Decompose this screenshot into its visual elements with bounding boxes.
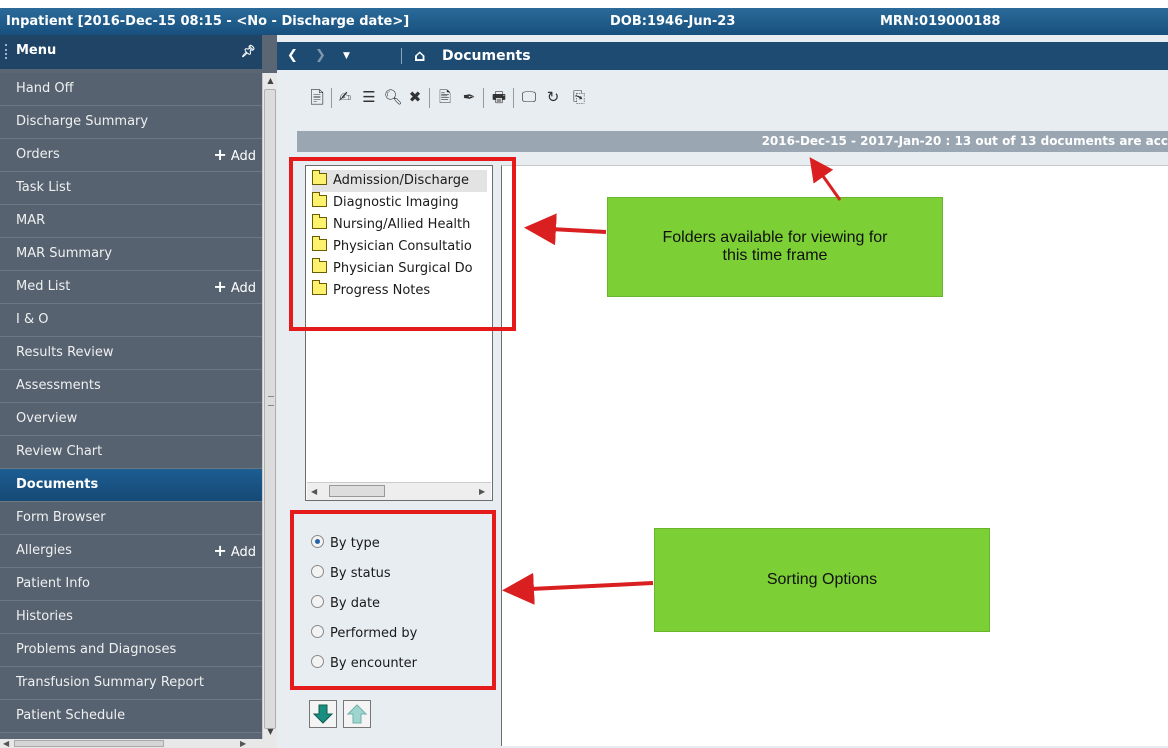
callout-arrows [502,157,842,605]
arrow-to-banner [809,157,842,201]
arrow-to-sorting [502,572,654,605]
arrow-to-folders [524,213,607,246]
